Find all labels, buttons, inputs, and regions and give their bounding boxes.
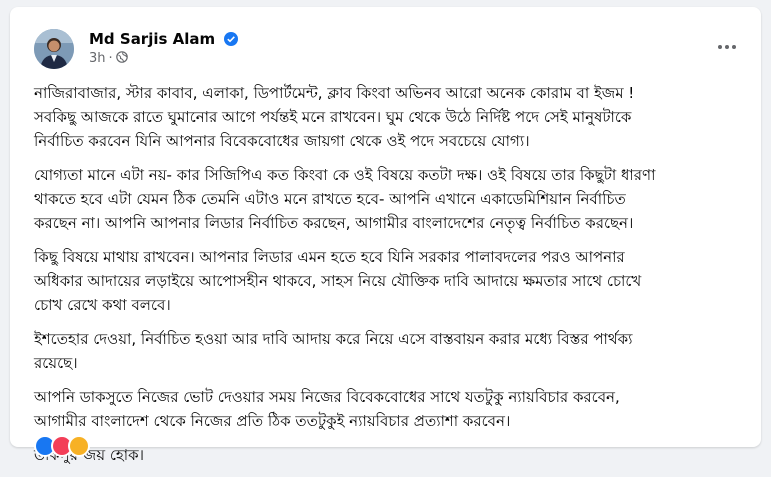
text-line: রয়েছে। [34,354,78,372]
post-card: Md Sarjis Alam 3h · নাজিরাবাজার, স্টার কা… [10,7,761,464]
author-name[interactable]: Md Sarjis Alam [89,30,215,48]
meta-separator: · [108,51,113,66]
reaction-icons[interactable] [34,435,90,457]
author-name-row: Md Sarjis Alam [89,29,239,49]
post-paragraph: যোগ্যতা মানে এটা নয়- কার সিজিপিএ কত কিং… [34,163,756,235]
post-time[interactable]: 3h [89,51,106,66]
text-line: চোখ রেখে কথা বলবে। [34,296,171,314]
globe-icon[interactable] [115,51,128,63]
text-line: করছেন না। আপনি আপনার লিডার নির্বাচিত করছ… [34,214,634,232]
text-line: আগামীর বাংলাদেশ থেকে নিজের প্রতি ঠিক ততট… [34,412,511,430]
text-line: ইশতেহার দেওয়া, নির্বাচিত হওয়া আর দাবি … [34,330,633,348]
post-text: নাজিরাবাজার, স্টার কাবাব, এলাকা, ডিপার্ট… [34,81,756,477]
text-line: নাজিরাবাজার, স্টার কাবাব, এলাকা, ডিপার্ট… [34,84,635,102]
text-line: কিছু বিষয়ে মাথায় রাখবেন। আপনার লিডার এ… [34,248,625,266]
text-line: যোগ্যতা মানে এটা নয়- কার সিজিপিএ কত কিং… [34,166,656,184]
text-line: আপনি ডাকসুতে নিজের ভোট দেওয়ার সময় নিজে… [34,388,620,406]
more-options-icon[interactable] [713,33,741,61]
text-line: সবকিছু আজকে রাতে ঘুমানোর আগে পর্যন্তই মন… [34,108,632,126]
post-paragraph: ইশতেহার দেওয়া, নির্বাচিত হওয়া আর দাবি … [34,327,756,375]
post-paragraph: কিছু বিষয়ে মাথায় রাখবেন। আপনার লিডার এ… [34,245,756,317]
post-paragraph: আপনি ডাকসুতে নিজের ভোট দেওয়ার সময় নিজে… [34,385,756,433]
author-avatar[interactable] [34,29,74,69]
text-line: অধিকার আদায়ের লড়াইয়ে আপোসহীন থাকবে, স… [34,272,642,290]
text-line: থাকতে হবে এটা যেমন ঠিক তেমনি এটাও মনে রা… [34,190,626,208]
verified-badge-icon [224,32,239,46]
post-paragraph: নাজিরাবাজার, স্টার কাবাব, এলাকা, ডিপার্ট… [34,81,756,153]
care-reaction-icon [68,435,90,457]
post-meta: 3h · [89,51,128,67]
text-line: নির্বাচিত করবেন যিনি আপনার বিবেকবোধের জা… [34,132,530,150]
post-paragraph: ডাকসুর জয় হোক। [34,443,756,467]
